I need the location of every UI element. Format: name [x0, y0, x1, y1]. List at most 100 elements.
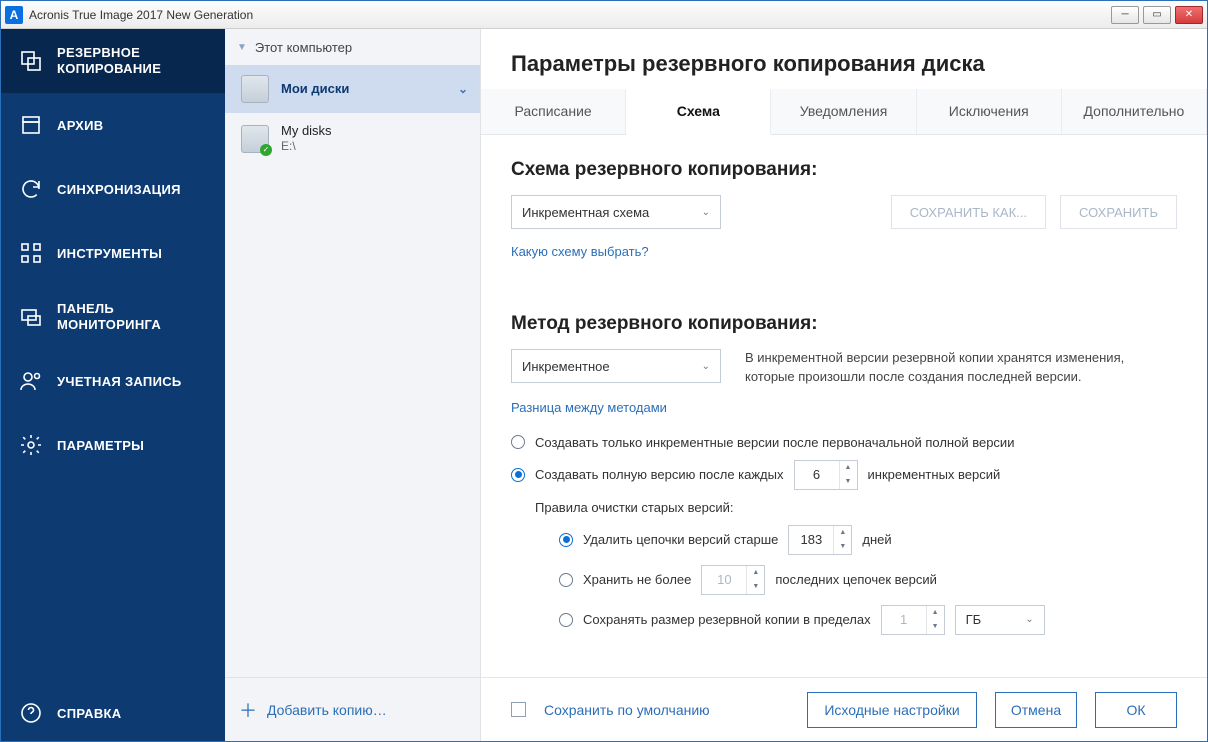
tools-icon [19, 241, 43, 265]
radio-label: Сохранять размер резервной копии в преде… [583, 612, 871, 627]
archive-icon [19, 113, 43, 137]
sidebar: РЕЗЕРВНОЕ КОПИРОВАНИЕ АРХИВ СИНХРОНИЗАЦИ… [1, 29, 225, 741]
sidebar-item-label: ИНСТРУМЕНТЫ [57, 246, 162, 261]
method-diff-link[interactable]: Разница между методами [511, 400, 667, 415]
sidebar-item-help[interactable]: СПРАВКА [1, 685, 225, 741]
add-backup-label: Добавить копию… [267, 702, 387, 718]
radio-label: Создавать только инкрементные версии пос… [535, 435, 1014, 450]
backup-list-panel: ▼ Этот компьютер Мои диски ⌄ ✓ My disks … [225, 29, 481, 741]
sidebar-item-backup[interactable]: РЕЗЕРВНОЕ КОПИРОВАНИЕ [1, 29, 225, 93]
chevron-down-icon: ▼ [237, 42, 247, 53]
tab-notifications[interactable]: Уведомления [771, 89, 916, 134]
spinner-down[interactable]: ▼ [840, 475, 857, 489]
scheme-help-link[interactable]: Какую схему выбрать? [511, 244, 649, 259]
backup-list-header[interactable]: ▼ Этот компьютер [225, 29, 480, 65]
spinner-up[interactable]: ▲ [747, 566, 764, 580]
sidebar-item-label: РЕЗЕРВНОЕ КОПИРОВАНИЕ [57, 45, 207, 78]
scheme-select-value: Инкрементная схема [522, 205, 649, 220]
sidebar-item-sync[interactable]: СИНХРОНИЗАЦИЯ [1, 157, 225, 221]
chevron-down-icon: ⌄ [458, 82, 468, 96]
spinner-up[interactable]: ▲ [927, 606, 944, 620]
radio-label: Создавать полную версию после каждых [535, 467, 784, 482]
method-select-value: Инкрементное [522, 359, 610, 374]
method-select[interactable]: Инкрементное ⌄ [511, 349, 721, 383]
backup-list-title: Этот компьютер [255, 40, 352, 55]
radio-label-suffix: последних цепочек версий [775, 572, 937, 587]
tabs: Расписание Схема Уведомления Исключения … [481, 89, 1207, 135]
spinner-size[interactable]: 1▲▼ [881, 605, 945, 635]
window-title: Acronis True Image 2017 New Generation [29, 8, 1111, 22]
spinner-incremental-count[interactable]: 6▲▼ [794, 460, 858, 490]
tab-advanced[interactable]: Дополнительно [1062, 89, 1207, 134]
radio-label: Хранить не более [583, 572, 691, 587]
content-area: Схема резервного копирования: Инкрементн… [481, 135, 1207, 677]
radio-keep-last-n[interactable] [559, 573, 573, 587]
spinner-down[interactable]: ▼ [927, 620, 944, 634]
account-icon [19, 369, 43, 393]
sidebar-item-label: УЧЕТНАЯ ЗАПИСЬ [57, 374, 182, 389]
tab-exclusions[interactable]: Исключения [917, 89, 1062, 134]
sidebar-item-label: СПРАВКА [57, 706, 121, 721]
chevron-down-icon: ⌄ [1025, 614, 1033, 625]
spinner-chains[interactable]: 10▲▼ [701, 565, 765, 595]
plus-icon: ＋ [239, 697, 257, 723]
method-section-title: Метод резервного копирования: [511, 313, 1177, 335]
radio-delete-older[interactable] [559, 533, 573, 547]
size-unit-select[interactable]: ГБ ⌄ [955, 605, 1045, 635]
sidebar-item-label: СИНХРОНИЗАЦИЯ [57, 182, 181, 197]
tab-schedule[interactable]: Расписание [481, 89, 626, 134]
spinner-up[interactable]: ▲ [840, 461, 857, 475]
sidebar-item-tools[interactable]: ИНСТРУМЕНТЫ [1, 221, 225, 285]
spinner-up[interactable]: ▲ [834, 526, 851, 540]
backup-icon [19, 49, 43, 73]
title-bar: A Acronis True Image 2017 New Generation… [1, 1, 1207, 29]
main-panel: Параметры резервного копирования диска Р… [481, 29, 1207, 741]
tab-scheme[interactable]: Схема [626, 89, 771, 135]
app-icon: A [5, 6, 23, 24]
main-header: Параметры резервного копирования диска [481, 29, 1207, 89]
radio-label-suffix: дней [862, 532, 891, 547]
sidebar-item-label: ПАРАМЕТРЫ [57, 438, 144, 453]
backup-item-my-disks-ru[interactable]: Мои диски ⌄ [225, 65, 480, 113]
add-backup-button[interactable]: ＋ Добавить копию… [225, 677, 480, 741]
minimize-button[interactable]: ─ [1111, 6, 1139, 24]
disk-icon: ✓ [241, 125, 269, 153]
sidebar-item-account[interactable]: УЧЕТНАЯ ЗАПИСЬ [1, 349, 225, 413]
save-button[interactable]: СОХРАНИТЬ [1060, 195, 1177, 229]
ok-button[interactable]: ОК [1095, 692, 1177, 728]
scheme-section-title: Схема резервного копирования: [511, 159, 1177, 181]
maximize-button[interactable]: ▭ [1143, 6, 1171, 24]
scheme-select[interactable]: Инкрементная схема ⌄ [511, 195, 721, 229]
sidebar-item-dashboard[interactable]: ПАНЕЛЬ МОНИТОРИНГА [1, 285, 225, 349]
cleanup-rules-title: Правила очистки старых версий: [535, 500, 1177, 515]
sidebar-item-archive[interactable]: АРХИВ [1, 93, 225, 157]
method-description: В инкрементной версии резервной копии хр… [745, 349, 1177, 387]
defaults-button[interactable]: Исходные настройки [807, 692, 977, 728]
spinner-days[interactable]: 183▲▼ [788, 525, 852, 555]
close-button[interactable]: ✕ [1175, 6, 1203, 24]
app-body: РЕЗЕРВНОЕ КОПИРОВАНИЕ АРХИВ СИНХРОНИЗАЦИ… [1, 29, 1207, 741]
help-icon [19, 701, 43, 725]
radio-full-after-n[interactable] [511, 468, 525, 482]
save-default-checkbox[interactable] [511, 702, 526, 717]
dashboard-icon [19, 305, 43, 329]
save-default-label: Сохранить по умолчанию [544, 702, 710, 718]
size-unit-value: ГБ [966, 612, 982, 627]
radio-label: Удалить цепочки версий старше [583, 532, 778, 547]
check-icon: ✓ [260, 144, 272, 156]
save-as-button[interactable]: СОХРАНИТЬ КАК... [891, 195, 1046, 229]
sidebar-item-label: АРХИВ [57, 118, 103, 133]
sidebar-item-settings[interactable]: ПАРАМЕТРЫ [1, 413, 225, 477]
sync-icon [19, 177, 43, 201]
app-window: A Acronis True Image 2017 New Generation… [0, 0, 1208, 742]
backup-item-title: Мои диски [281, 81, 446, 97]
disk-icon [241, 75, 269, 103]
chevron-down-icon: ⌄ [702, 207, 710, 218]
radio-keep-size[interactable] [559, 613, 573, 627]
gear-icon [19, 433, 43, 457]
cancel-button[interactable]: Отмена [995, 692, 1077, 728]
backup-item-my-disks-en[interactable]: ✓ My disks E:\ [225, 113, 480, 164]
spinner-down[interactable]: ▼ [747, 580, 764, 594]
spinner-down[interactable]: ▼ [834, 540, 851, 554]
radio-only-incremental[interactable] [511, 435, 525, 449]
